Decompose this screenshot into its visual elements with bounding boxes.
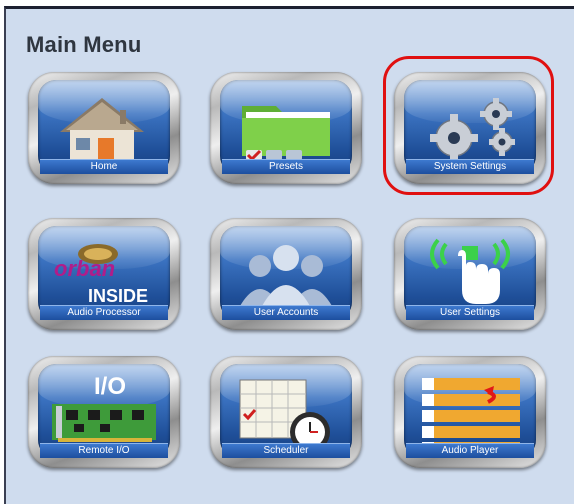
scheduler-button[interactable]: Scheduler [210,356,362,468]
remote-io-button[interactable]: I/O Remote I/O [28,356,180,468]
home-button[interactable]: Home [28,72,180,184]
tile-label: User Settings [406,305,534,320]
tile-label: User Accounts [222,305,350,320]
orban-logo-text: orban [54,256,115,281]
user-settings-button[interactable]: User Settings [394,218,546,330]
system-settings-button[interactable]: System Settings [394,72,546,184]
inside-logo-text: INSIDE [88,286,148,306]
tile-label: Presets [222,159,350,174]
tile-label: Audio Player [406,443,534,458]
audio-processor-button[interactable]: orban INSIDE Audio Processor [28,218,180,330]
tile-label: Audio Processor [40,305,168,320]
tile-label: Scheduler [222,443,350,458]
page-title: Main Menu [26,32,142,57]
user-accounts-button[interactable]: User Accounts [210,218,362,330]
audio-player-button[interactable]: Audio Player [394,356,546,468]
tile-label: Remote I/O [40,443,168,458]
tile-label: Home [40,159,168,174]
io-logo-text: I/O [94,373,126,400]
presets-button[interactable]: Presets [210,72,362,184]
tile-label: System Settings [406,159,534,174]
